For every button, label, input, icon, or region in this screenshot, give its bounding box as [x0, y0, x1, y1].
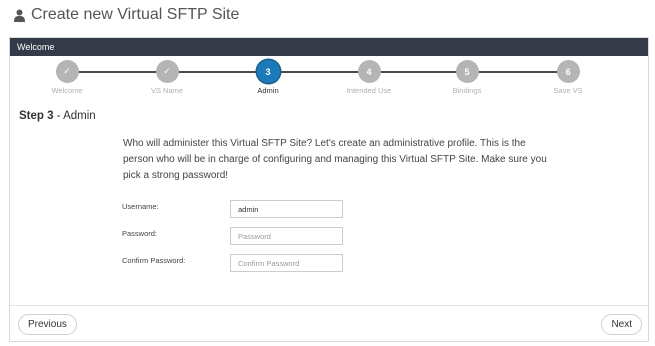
step-welcome[interactable]: ✓ Welcome	[27, 60, 107, 95]
step-bindings[interactable]: 5 Bindings	[427, 60, 507, 95]
page-title: Create new Virtual SFTP Site	[31, 6, 240, 23]
confirm-password-input[interactable]	[230, 254, 343, 272]
step-check-icon: ✓	[155, 60, 179, 83]
step-title-prefix: Step 3	[19, 110, 54, 122]
username-label: Username:	[122, 202, 159, 211]
step-label: Intended Use	[346, 86, 392, 95]
step-label: Save VS	[553, 86, 583, 95]
step-intended-use[interactable]: 4 Intended Use	[329, 60, 409, 95]
step-label: Welcome	[51, 86, 83, 95]
step-label: Admin	[257, 86, 279, 95]
step-label: Bindings	[452, 86, 482, 95]
wizard-footer: Previous Next	[10, 305, 648, 341]
step-number: 6	[556, 60, 580, 83]
stepper: ✓ Welcome ✓ VS Name 3 Admin 4 Intended U…	[10, 56, 648, 102]
step-title: Step 3 - Admin	[19, 110, 96, 122]
step-label: VS Name	[150, 86, 184, 95]
step-vs-name[interactable]: ✓ VS Name	[127, 60, 207, 95]
page-header: Create new Virtual SFTP Site	[14, 4, 239, 26]
step-number: 5	[455, 60, 479, 83]
step-check-icon: ✓	[55, 60, 79, 83]
step-title-suffix: - Admin	[53, 110, 96, 122]
password-input[interactable]	[230, 227, 343, 245]
username-input[interactable]	[230, 200, 343, 218]
step-number: 4	[357, 60, 381, 83]
next-button[interactable]: Next	[601, 314, 642, 335]
previous-button[interactable]: Previous	[18, 314, 77, 335]
step-save-vs[interactable]: 6 Save VS	[528, 60, 608, 95]
wizard-header: Welcome	[10, 38, 648, 56]
step-number: 3	[256, 60, 280, 83]
intro-text: Who will administer this Virtual SFTP Si…	[123, 138, 547, 181]
user-icon	[14, 9, 25, 22]
step-admin[interactable]: 3 Admin	[228, 60, 308, 95]
password-label: Password:	[122, 229, 158, 238]
wizard-panel: Welcome ✓ Welcome ✓ VS Name 3 Admin 4 In…	[9, 37, 649, 342]
confirm-password-label: Confirm Password:	[122, 256, 186, 265]
